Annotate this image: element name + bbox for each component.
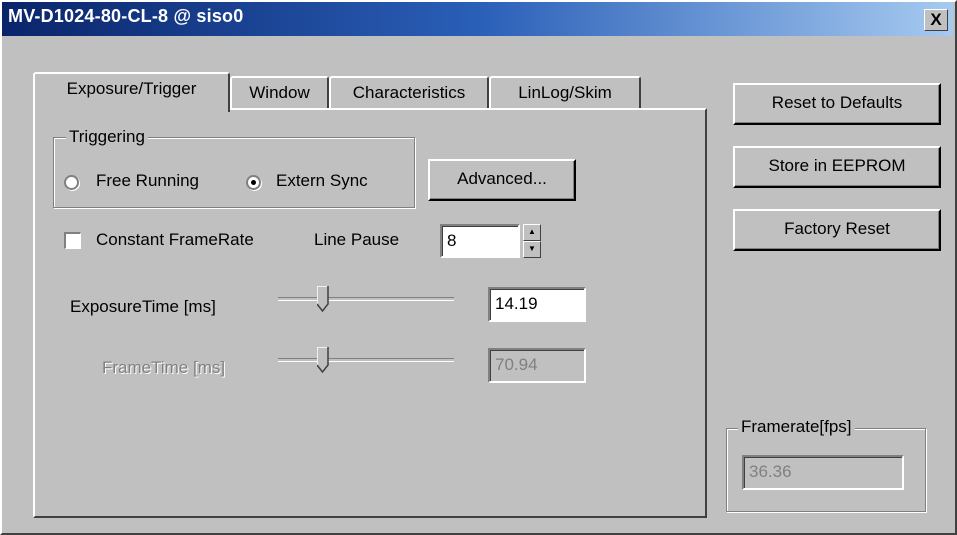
- tab-exposure-trigger[interactable]: Exposure/Trigger: [33, 72, 230, 112]
- tab-characteristics[interactable]: Characteristics: [329, 76, 489, 110]
- spin-down-icon: ▼: [528, 244, 536, 253]
- exposure-time-slider[interactable]: [278, 285, 454, 316]
- slider-track: [278, 297, 454, 301]
- close-icon: X: [930, 10, 942, 29]
- frame-time-label: FrameTime [ms]: [102, 358, 226, 377]
- window-title: MV-D1024-80-CL-8 @ siso0: [8, 6, 244, 26]
- slider-track: [278, 358, 454, 362]
- free-running-radio[interactable]: [64, 175, 79, 190]
- tab-linlog-skim[interactable]: LinLog/Skim: [489, 76, 641, 110]
- constant-framerate-label: Constant FrameRate: [96, 230, 254, 249]
- tab-window[interactable]: Window: [230, 76, 329, 110]
- framerate-group-label: Framerate[fps]: [738, 417, 855, 437]
- close-button[interactable]: X: [924, 9, 948, 31]
- exposure-time-label: ExposureTime [ms]: [70, 297, 216, 316]
- free-running-label: Free Running: [96, 171, 200, 190]
- triggering-group-label: Triggering: [66, 127, 148, 147]
- tab-label: Characteristics: [352, 83, 466, 102]
- spin-down-button[interactable]: ▼: [523, 241, 541, 258]
- spin-up-icon: ▲: [528, 227, 536, 236]
- factory-reset-button[interactable]: Factory Reset: [733, 209, 941, 251]
- constant-framerate-checkbox[interactable]: [64, 232, 81, 249]
- radio-selected-dot: [251, 180, 256, 185]
- line-pause-label: Line Pause: [314, 230, 400, 249]
- line-pause-input[interactable]: 8: [440, 224, 520, 258]
- store-in-eeprom-button[interactable]: Store in EEPROM: [733, 146, 941, 188]
- exposure-time-value: 14.19: [495, 294, 538, 313]
- line-pause-value: 8: [447, 231, 457, 250]
- slider-thumb-icon: [316, 346, 329, 374]
- extern-sync-radio[interactable]: [246, 175, 261, 190]
- frame-time-slider: [278, 346, 454, 377]
- slider-thumb[interactable]: [316, 285, 329, 313]
- framerate-value: 36.36: [749, 462, 792, 481]
- frame-time-input: 70.94: [488, 348, 586, 383]
- advanced-button[interactable]: Advanced...: [428, 159, 576, 201]
- tab-label: Exposure/Trigger: [66, 79, 197, 98]
- tab-label: Window: [249, 83, 310, 102]
- spin-up-button[interactable]: ▲: [523, 224, 541, 241]
- slider-thumb: [316, 346, 329, 374]
- extern-sync-label: Extern Sync: [276, 171, 368, 190]
- framerate-display: 36.36: [742, 455, 904, 490]
- tab-label: LinLog/Skim: [518, 83, 612, 102]
- exposure-time-input[interactable]: 14.19: [488, 287, 586, 322]
- frame-time-value: 70.94: [495, 355, 538, 374]
- slider-thumb-icon: [316, 285, 329, 313]
- reset-to-defaults-button[interactable]: Reset to Defaults: [733, 83, 941, 125]
